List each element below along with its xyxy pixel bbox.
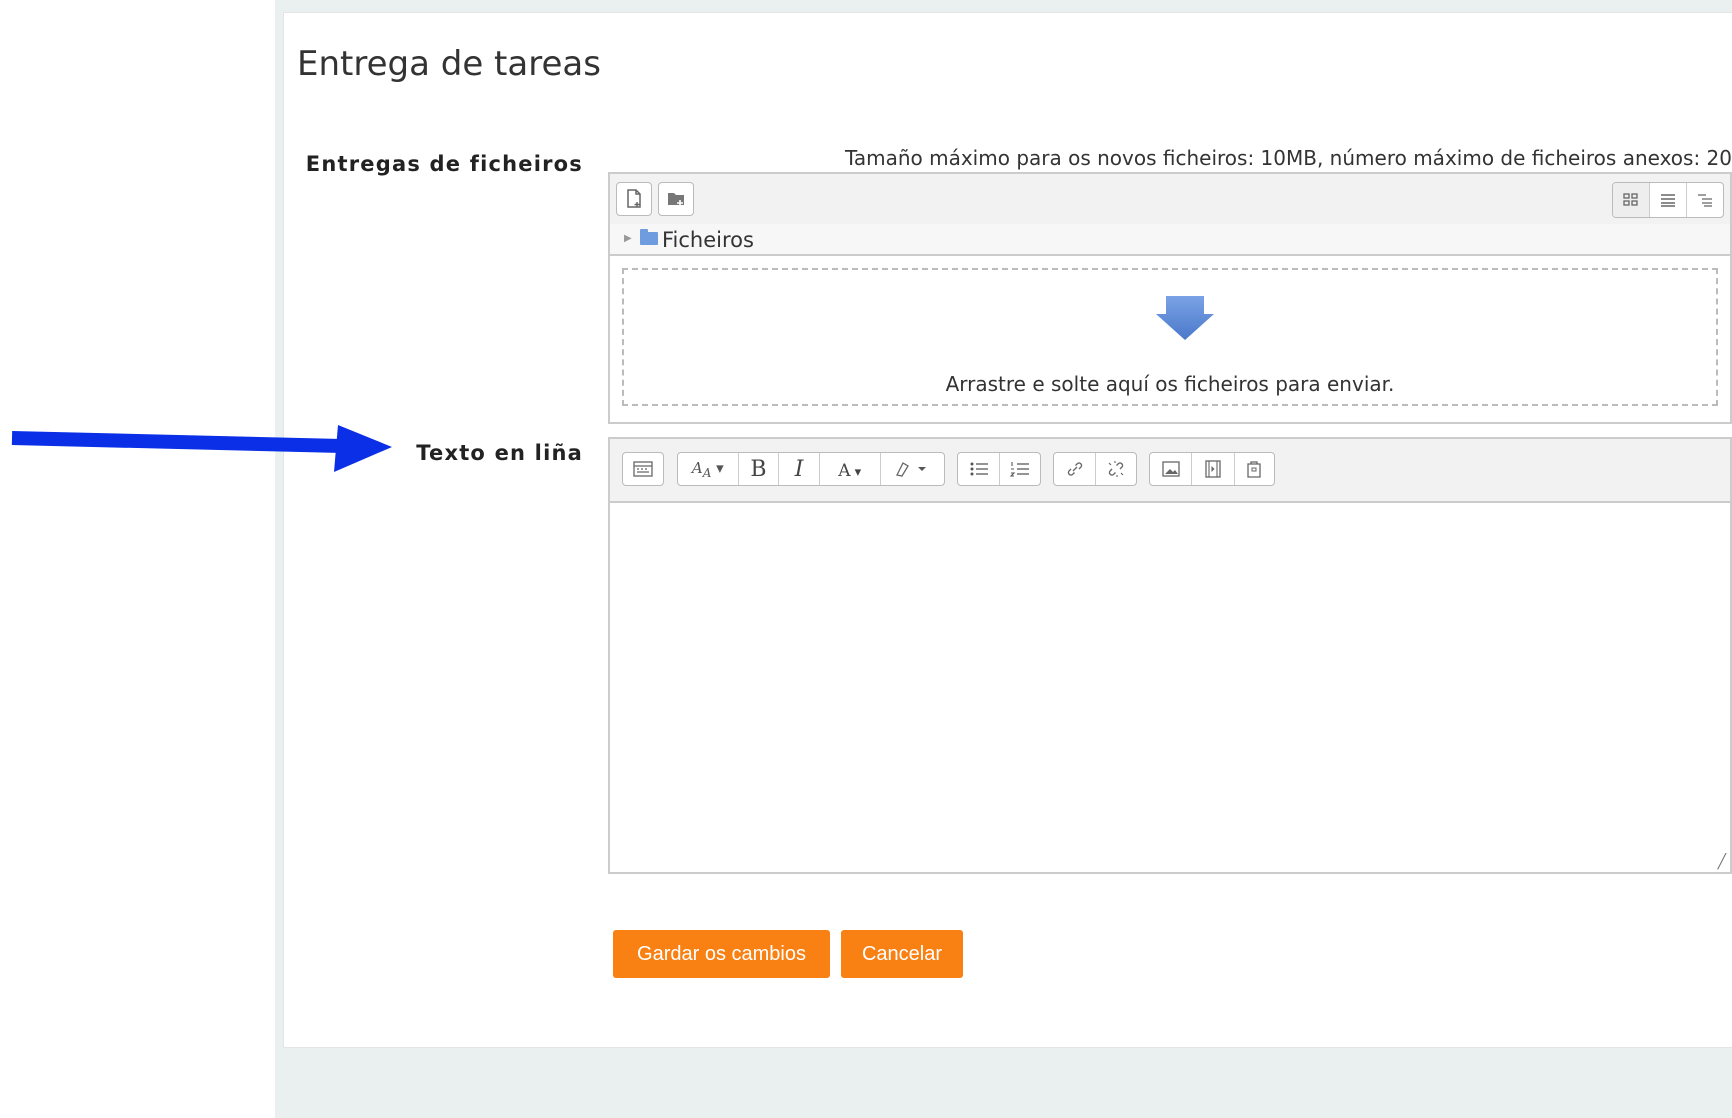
link-button[interactable] (1054, 453, 1095, 485)
online-text-editor: AA ▾ B I A ▾ ╱ (608, 437, 1732, 874)
highlighter-icon (896, 462, 927, 477)
file-path-bar: ▶ Ficheiros (610, 224, 1730, 256)
font-color-icon: A ▾ (838, 461, 862, 481)
files-label: Entregas de ficheiros (305, 152, 583, 176)
drop-arrow-icon (1156, 296, 1214, 340)
dropzone-text: Arrastre e solte aquí os ficheiros para … (945, 372, 1395, 396)
add-file-icon (627, 189, 641, 208)
background-color-button[interactable] (879, 453, 945, 485)
grid-view-icon (1623, 193, 1638, 206)
tree-view-icon (1698, 194, 1712, 207)
view-tree-button[interactable] (1686, 183, 1723, 217)
add-file-button[interactable] (616, 182, 652, 216)
link-icon (1067, 462, 1082, 476)
online-text-label: Texto en liña (416, 441, 583, 465)
unlink-button[interactable] (1095, 453, 1136, 485)
numbered-list-icon (1010, 462, 1030, 477)
path-folder-name[interactable]: Ficheiros (662, 228, 754, 252)
insert-media-button[interactable] (1191, 453, 1233, 485)
manage-files-button[interactable] (1233, 453, 1274, 485)
annotation-arrow (11, 425, 392, 472)
image-icon (1162, 461, 1180, 477)
italic-button[interactable]: I (778, 453, 819, 485)
paragraph-styles-icon: AA ▾ (691, 458, 724, 480)
folder-icon (640, 229, 658, 245)
bullet-list-icon (970, 462, 988, 476)
media-icon (1205, 460, 1221, 478)
insert-image-button[interactable] (1150, 453, 1191, 485)
show-more-buttons[interactable] (623, 453, 663, 485)
font-color-label: A (838, 461, 851, 481)
toolbar-group-style: AA ▾ B I A ▾ (677, 452, 945, 486)
unordered-list-button[interactable] (958, 453, 999, 485)
cancel-button[interactable]: Cancelar (841, 930, 963, 978)
file-limits-text: Tamaño máximo para os novos ficheiros: 1… (844, 146, 1732, 170)
toolbar-group-lists (957, 452, 1041, 486)
unlink-icon (1108, 461, 1124, 477)
file-manager-toolbar (610, 174, 1730, 226)
page-title: Entrega de tareas (297, 44, 601, 84)
bold-button[interactable]: B (737, 453, 779, 485)
create-folder-icon (668, 193, 684, 206)
resize-handle-icon[interactable]: ╱ (1718, 854, 1726, 870)
file-manager: ▶ Ficheiros Arrastre e solte aquí os fic… (608, 172, 1732, 424)
save-changes-button[interactable]: Gardar os cambios (613, 930, 830, 978)
manage-files-icon (1247, 461, 1261, 478)
keyboard-toggle-icon (633, 461, 653, 477)
view-list-button[interactable] (1649, 183, 1686, 217)
paragraph-styles-button[interactable]: AA ▾ (678, 453, 738, 485)
ordered-list-button[interactable] (999, 453, 1040, 485)
view-switcher (1612, 182, 1724, 218)
toolbar-group-toggle (622, 452, 664, 486)
create-folder-button[interactable] (658, 182, 694, 216)
view-icons-button[interactable] (1613, 183, 1649, 217)
editor-content-area[interactable]: ╱ (610, 503, 1730, 872)
expand-arrow-icon[interactable]: ▶ (624, 233, 632, 244)
editor-toolbar: AA ▾ B I A ▾ (610, 439, 1730, 503)
toolbar-group-media (1149, 452, 1275, 486)
toolbar-group-links (1053, 452, 1137, 486)
file-dropzone[interactable]: Arrastre e solte aquí os ficheiros para … (622, 268, 1718, 406)
list-view-icon (1661, 194, 1675, 207)
font-color-button[interactable]: A ▾ (818, 453, 880, 485)
